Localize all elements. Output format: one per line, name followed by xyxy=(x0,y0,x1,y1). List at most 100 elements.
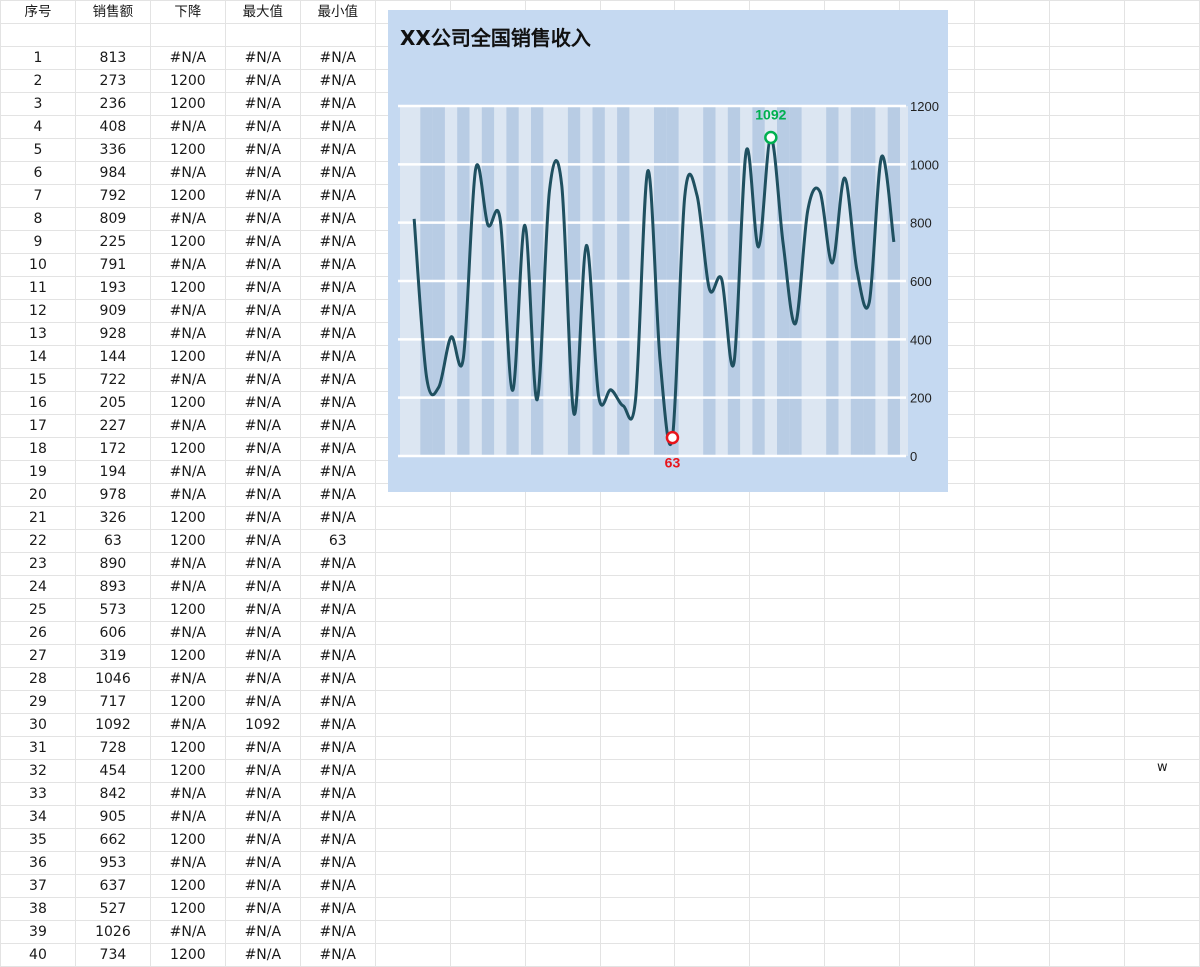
column-header[interactable]: 序号 xyxy=(0,0,76,24)
cell[interactable]: 24 xyxy=(0,575,76,599)
cell[interactable]: 22 xyxy=(0,529,76,553)
cell[interactable] xyxy=(1123,897,1200,921)
cell[interactable]: #N/A xyxy=(299,575,376,599)
cell[interactable] xyxy=(1123,69,1200,93)
cell[interactable]: 63 xyxy=(299,529,376,553)
cell[interactable]: 722 xyxy=(74,368,151,392)
cell[interactable]: 13 xyxy=(0,322,76,346)
cell[interactable] xyxy=(1049,874,1125,898)
cell[interactable]: #N/A xyxy=(149,483,226,507)
cell[interactable]: 637 xyxy=(74,874,151,898)
cell[interactable]: #N/A xyxy=(224,115,301,139)
cell[interactable] xyxy=(749,667,826,691)
cell[interactable] xyxy=(974,115,1051,139)
cell[interactable] xyxy=(974,667,1051,691)
cell[interactable] xyxy=(449,667,526,691)
cell[interactable] xyxy=(1049,368,1125,392)
cell[interactable] xyxy=(449,644,526,668)
cell[interactable] xyxy=(824,874,901,898)
cell[interactable] xyxy=(749,874,826,898)
cell[interactable]: 1200 xyxy=(149,874,226,898)
cell[interactable] xyxy=(824,736,901,760)
cell[interactable] xyxy=(899,552,976,576)
cell[interactable] xyxy=(524,897,601,921)
cell[interactable]: 1200 xyxy=(149,437,226,461)
cell[interactable]: #N/A xyxy=(224,897,301,921)
cell[interactable] xyxy=(1123,299,1200,323)
cell[interactable] xyxy=(1049,391,1125,415)
cell[interactable]: 37 xyxy=(0,874,76,898)
cell[interactable]: #N/A xyxy=(299,138,376,162)
cell[interactable] xyxy=(974,529,1051,553)
cell[interactable]: #N/A xyxy=(224,920,301,944)
cell[interactable] xyxy=(1123,874,1200,898)
cell[interactable] xyxy=(449,805,526,829)
cell[interactable] xyxy=(1123,345,1200,369)
cell[interactable] xyxy=(1049,184,1125,208)
cell[interactable] xyxy=(974,368,1051,392)
cell[interactable] xyxy=(974,759,1051,783)
cell[interactable]: #N/A xyxy=(224,460,301,484)
cell[interactable] xyxy=(599,920,676,944)
cell[interactable] xyxy=(374,897,451,921)
cell[interactable] xyxy=(974,828,1051,852)
cell[interactable] xyxy=(824,690,901,714)
cell[interactable] xyxy=(974,138,1051,162)
cell[interactable] xyxy=(1123,506,1200,530)
cell[interactable] xyxy=(1123,0,1200,24)
cell[interactable]: 23 xyxy=(0,552,76,576)
cell[interactable] xyxy=(749,621,826,645)
cell[interactable] xyxy=(674,621,751,645)
cell[interactable]: 893 xyxy=(74,575,151,599)
cell[interactable]: #N/A xyxy=(299,874,376,898)
cell[interactable]: #N/A xyxy=(299,759,376,783)
cell[interactable]: #N/A xyxy=(299,851,376,875)
cell[interactable] xyxy=(1123,23,1200,47)
cell[interactable] xyxy=(749,920,826,944)
cell[interactable]: #N/A xyxy=(224,391,301,415)
cell[interactable] xyxy=(599,644,676,668)
cell[interactable]: 1200 xyxy=(149,506,226,530)
cell[interactable] xyxy=(974,506,1051,530)
cell[interactable] xyxy=(674,506,751,530)
cell[interactable]: 1200 xyxy=(149,690,226,714)
cell[interactable]: #N/A xyxy=(149,805,226,829)
cell[interactable]: #N/A xyxy=(224,322,301,346)
cell[interactable]: #N/A xyxy=(224,69,301,93)
cell[interactable] xyxy=(1123,115,1200,139)
cell[interactable] xyxy=(824,575,901,599)
cell[interactable] xyxy=(1123,943,1200,967)
cell[interactable] xyxy=(1123,782,1200,806)
cell[interactable]: #N/A xyxy=(299,897,376,921)
cell[interactable] xyxy=(599,736,676,760)
cell[interactable]: #N/A xyxy=(149,460,226,484)
cell[interactable] xyxy=(449,598,526,622)
cell[interactable] xyxy=(0,23,76,47)
cell[interactable] xyxy=(674,598,751,622)
cell[interactable]: 890 xyxy=(74,552,151,576)
cell[interactable] xyxy=(824,782,901,806)
cell[interactable] xyxy=(1123,851,1200,875)
cell[interactable] xyxy=(374,851,451,875)
cell[interactable]: 9 xyxy=(0,230,76,254)
cell[interactable]: #N/A xyxy=(299,437,376,461)
cell[interactable]: 10 xyxy=(0,253,76,277)
cell[interactable] xyxy=(599,851,676,875)
cell[interactable] xyxy=(674,920,751,944)
cell[interactable] xyxy=(674,690,751,714)
cell[interactable] xyxy=(374,621,451,645)
cell[interactable] xyxy=(974,322,1051,346)
cell[interactable] xyxy=(524,943,601,967)
cell[interactable] xyxy=(224,23,301,47)
cell[interactable]: 236 xyxy=(74,92,151,116)
cell[interactable] xyxy=(749,897,826,921)
cell[interactable] xyxy=(974,621,1051,645)
cell[interactable]: 5 xyxy=(0,138,76,162)
cell[interactable]: #N/A xyxy=(299,828,376,852)
cell[interactable]: 1 xyxy=(0,46,76,70)
cell[interactable] xyxy=(974,161,1051,185)
cell[interactable] xyxy=(1049,805,1125,829)
cell[interactable] xyxy=(824,598,901,622)
cell[interactable]: #N/A xyxy=(299,506,376,530)
cell[interactable] xyxy=(824,621,901,645)
